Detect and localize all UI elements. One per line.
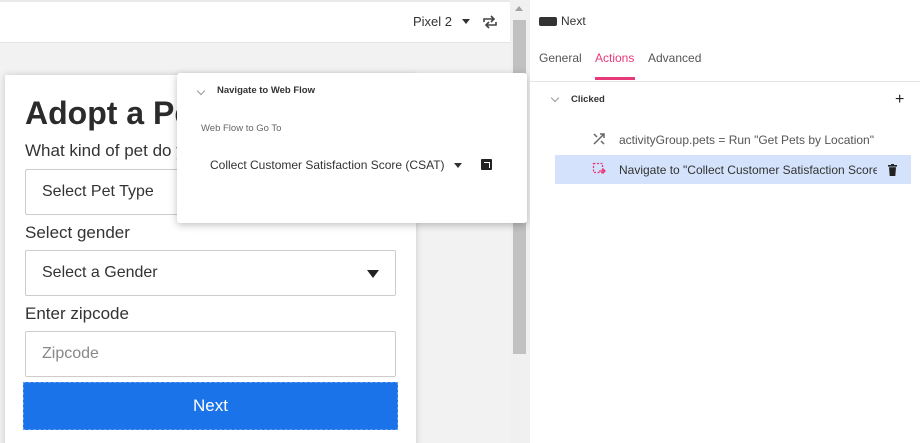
gender-label: Select gender — [25, 223, 130, 242]
event-label: Clicked — [571, 94, 605, 105]
add-icon[interactable]: + — [895, 92, 904, 108]
button-component-icon — [539, 16, 557, 26]
tab-advanced[interactable]: Advanced — [648, 51, 701, 65]
component-name: Next — [561, 14, 586, 28]
web-flow-value: Collect Customer Satisfaction Score (CSA… — [210, 158, 445, 172]
device-select[interactable]: Pixel 2 — [413, 14, 471, 29]
popover-subtitle: Web Flow to Go To — [201, 123, 282, 134]
open-external-icon[interactable] — [481, 159, 492, 170]
zipcode-input[interactable]: Zipcode — [25, 331, 396, 377]
transform-icon — [593, 133, 605, 145]
panel-tabs: General Actions Advanced — [530, 40, 920, 82]
trash-icon[interactable] — [888, 164, 897, 176]
canvas-toolbar: Pixel 2 — [0, 0, 510, 43]
dropdown-caret-icon — [367, 270, 379, 278]
next-button[interactable]: Next — [23, 382, 398, 430]
properties-panel: Next General Actions Advanced Clicked + … — [530, 0, 920, 443]
popover-title: Navigate to Web Flow — [217, 85, 316, 96]
action-text: activityGroup.pets = Run "Get Pets by Lo… — [619, 133, 874, 147]
gender-placeholder: Select a Gender — [42, 264, 158, 281]
component-header: Next — [539, 14, 586, 28]
event-clicked-header[interactable]: Clicked + — [530, 88, 920, 112]
tab-actions[interactable]: Actions — [595, 51, 634, 65]
navigate-icon — [592, 162, 606, 174]
scroll-up-icon[interactable] — [515, 6, 523, 11]
pet-type-placeholder: Select Pet Type — [42, 183, 154, 200]
gender-select[interactable]: Select a Gender — [25, 250, 396, 296]
canvas-area: Pixel 2 Adopt a Pet What kind of pet do … — [0, 0, 530, 443]
action-row[interactable]: activityGroup.pets = Run "Get Pets by Lo… — [555, 125, 911, 154]
action-text: Navigate to "Collect Customer Satisfacti… — [619, 163, 877, 177]
active-tab-indicator — [595, 77, 635, 80]
chevron-down-icon — [462, 19, 471, 24]
chevron-down-icon — [453, 162, 462, 168]
chevron-down-icon[interactable] — [550, 93, 560, 103]
tab-general[interactable]: General — [539, 51, 582, 65]
rotate-icon[interactable] — [481, 14, 499, 30]
action-row-selected[interactable]: Navigate to "Collect Customer Satisfacti… — [555, 155, 911, 184]
chevron-down-icon[interactable] — [196, 86, 206, 96]
next-button-label: Next — [193, 396, 228, 415]
web-flow-select[interactable]: Collect Customer Satisfaction Score (CSA… — [210, 158, 462, 172]
navigate-popover: Navigate to Web Flow Web Flow to Go To C… — [177, 73, 527, 223]
zipcode-placeholder: Zipcode — [42, 345, 99, 362]
zip-label: Enter zipcode — [25, 304, 129, 323]
device-label: Pixel 2 — [413, 14, 453, 29]
